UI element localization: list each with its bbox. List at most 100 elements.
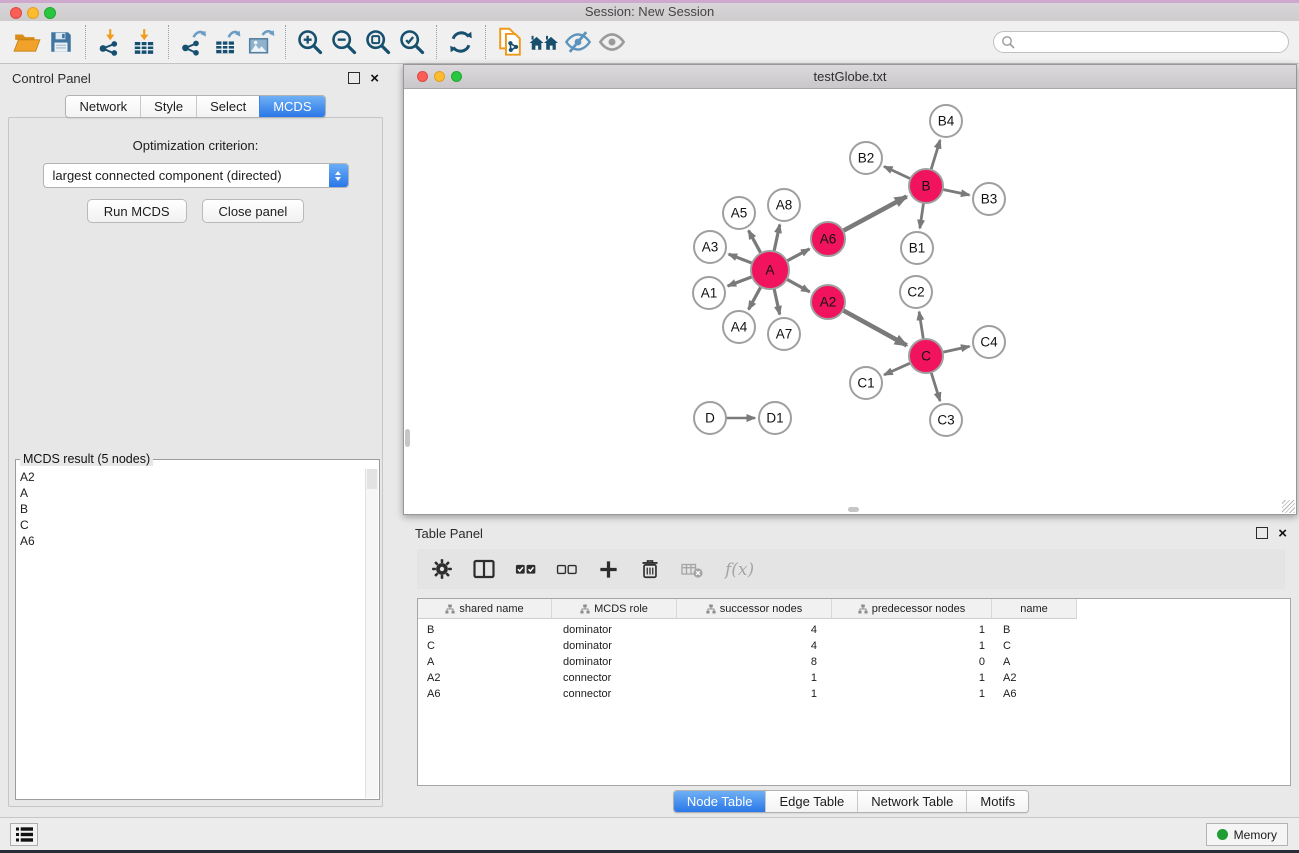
graph-node-D1[interactable]: D1 xyxy=(759,402,791,434)
cell-predecessor-nodes[interactable]: 1 xyxy=(832,624,992,636)
cell-successor-nodes[interactable]: 4 xyxy=(677,640,832,652)
graph-edge-C-C3[interactable] xyxy=(931,371,940,401)
export-network-icon[interactable] xyxy=(176,25,210,59)
float-panel-icon[interactable] xyxy=(348,72,360,84)
first-neighbors-icon[interactable] xyxy=(527,25,561,59)
column-header-successor-nodes[interactable]: successor nodes xyxy=(677,599,832,619)
graph-node-A6[interactable]: A6 xyxy=(811,222,845,256)
table-row[interactable]: A6connector11A6 xyxy=(418,686,1290,702)
graph-edge-C-C2[interactable] xyxy=(919,312,923,340)
graph-node-A3[interactable]: A3 xyxy=(694,231,726,263)
graph-node-C2[interactable]: C2 xyxy=(900,276,932,308)
cell-name[interactable]: B xyxy=(992,624,1077,636)
zoom-in-icon[interactable] xyxy=(293,25,327,59)
task-history-button[interactable] xyxy=(10,823,38,846)
mcds-result-item[interactable]: A2 xyxy=(20,469,365,485)
mcds-result-item[interactable]: A6 xyxy=(20,533,365,549)
graph-node-A[interactable]: A xyxy=(751,251,789,289)
cell-mcds-role[interactable]: dominator xyxy=(552,624,677,636)
graph-edge-A-A3[interactable] xyxy=(729,254,754,263)
graph-edge-C-C4[interactable] xyxy=(942,346,970,352)
vertical-scroll-thumb[interactable] xyxy=(405,429,410,447)
cell-successor-nodes[interactable]: 8 xyxy=(677,656,832,668)
graph-node-A4[interactable]: A4 xyxy=(723,311,755,343)
horizontal-scroll-thumb[interactable] xyxy=(848,507,859,512)
graph-node-A8[interactable]: A8 xyxy=(768,189,800,221)
network-canvas[interactable]: B4B2BB3A8A5A6A3B1AA1C2A2A4A7C4CC1DD1C3 xyxy=(404,89,1296,515)
graph-node-A7[interactable]: A7 xyxy=(768,318,800,350)
run-mcds-button[interactable]: Run MCDS xyxy=(87,199,187,223)
cell-predecessor-nodes[interactable]: 1 xyxy=(832,688,992,700)
graph-edge-A-A6[interactable] xyxy=(786,249,810,262)
memory-button[interactable]: Memory xyxy=(1206,823,1288,846)
cell-shared-name[interactable]: C xyxy=(418,640,552,652)
network-from-selection-icon[interactable] xyxy=(493,25,527,59)
tab-style[interactable]: Style xyxy=(140,96,196,117)
graph-edge-B-B4[interactable] xyxy=(931,140,940,171)
graph-node-C4[interactable]: C4 xyxy=(973,326,1005,358)
mcds-result-item[interactable]: C xyxy=(20,517,365,533)
close-table-panel-icon[interactable]: × xyxy=(1278,526,1287,541)
table-row[interactable]: A2connector11A2 xyxy=(418,670,1290,686)
graph-edge-B-B3[interactable] xyxy=(942,189,970,195)
graph-node-B3[interactable]: B3 xyxy=(973,183,1005,215)
graph-edge-C-C1[interactable] xyxy=(884,363,911,375)
graph-edge-A6-B[interactable] xyxy=(842,196,907,231)
cell-name[interactable]: A xyxy=(992,656,1077,668)
search-box[interactable] xyxy=(993,31,1289,53)
import-network-icon[interactable] xyxy=(93,25,127,59)
graph-node-B4[interactable]: B4 xyxy=(930,105,962,137)
cell-predecessor-nodes[interactable]: 1 xyxy=(832,640,992,652)
graph-node-A1[interactable]: A1 xyxy=(693,277,725,309)
import-table-icon[interactable] xyxy=(127,25,161,59)
cell-shared-name[interactable]: A2 xyxy=(418,672,552,684)
network-window-titlebar[interactable]: testGlobe.txt xyxy=(404,65,1296,89)
close-panel-button[interactable]: Close panel xyxy=(202,199,305,223)
cell-successor-nodes[interactable]: 4 xyxy=(677,624,832,636)
graph-edge-B-B2[interactable] xyxy=(884,166,911,179)
cell-mcds-role[interactable]: connector xyxy=(552,688,677,700)
close-panel-icon[interactable]: × xyxy=(370,71,379,86)
table-row[interactable]: Cdominator41C xyxy=(418,638,1290,654)
graph-node-D[interactable]: D xyxy=(694,402,726,434)
export-table-icon[interactable] xyxy=(210,25,244,59)
delete-column-icon[interactable] xyxy=(639,556,661,582)
tab-edge-table[interactable]: Edge Table xyxy=(765,791,857,812)
column-header-mcds-role[interactable]: MCDS role xyxy=(552,599,677,619)
graph-node-C3[interactable]: C3 xyxy=(930,404,962,436)
zoom-selected-icon[interactable] xyxy=(395,25,429,59)
save-session-icon[interactable] xyxy=(44,25,78,59)
graph-node-C[interactable]: C xyxy=(909,339,943,373)
deselect-all-icon[interactable] xyxy=(556,556,578,582)
graph-edge-A-A8[interactable] xyxy=(774,225,780,253)
cell-name[interactable]: A2 xyxy=(992,672,1077,684)
cell-predecessor-nodes[interactable]: 0 xyxy=(832,656,992,668)
cell-mcds-role[interactable]: connector xyxy=(552,672,677,684)
column-header-shared-name[interactable]: shared name xyxy=(418,599,552,619)
show-all-icon[interactable] xyxy=(595,25,629,59)
mcds-result-item[interactable]: A xyxy=(20,485,365,501)
graph-edge-A2-C[interactable] xyxy=(842,310,907,346)
select-all-icon[interactable] xyxy=(515,556,537,582)
graph-edge-A-A1[interactable] xyxy=(728,276,753,286)
result-scrollbar[interactable] xyxy=(365,469,378,798)
tab-mcds[interactable]: MCDS xyxy=(259,96,324,117)
graph-edge-A-A2[interactable] xyxy=(786,279,810,292)
hide-selected-icon[interactable] xyxy=(561,25,595,59)
tab-motifs[interactable]: Motifs xyxy=(966,791,1028,812)
column-header-name[interactable]: name xyxy=(992,599,1077,619)
add-column-icon[interactable] xyxy=(597,556,620,582)
graph-node-A5[interactable]: A5 xyxy=(723,197,755,229)
zoom-fit-icon[interactable] xyxy=(361,25,395,59)
export-image-icon[interactable] xyxy=(244,25,278,59)
cell-mcds-role[interactable]: dominator xyxy=(552,640,677,652)
open-session-icon[interactable] xyxy=(10,25,44,59)
cell-shared-name[interactable]: A xyxy=(418,656,552,668)
cell-shared-name[interactable]: B xyxy=(418,624,552,636)
tab-network-table[interactable]: Network Table xyxy=(857,791,966,812)
cell-name[interactable]: A6 xyxy=(992,688,1077,700)
cell-successor-nodes[interactable]: 1 xyxy=(677,672,832,684)
graph-node-B[interactable]: B xyxy=(909,169,943,203)
graph-node-B2[interactable]: B2 xyxy=(850,142,882,174)
tab-node-table[interactable]: Node Table xyxy=(674,791,766,812)
